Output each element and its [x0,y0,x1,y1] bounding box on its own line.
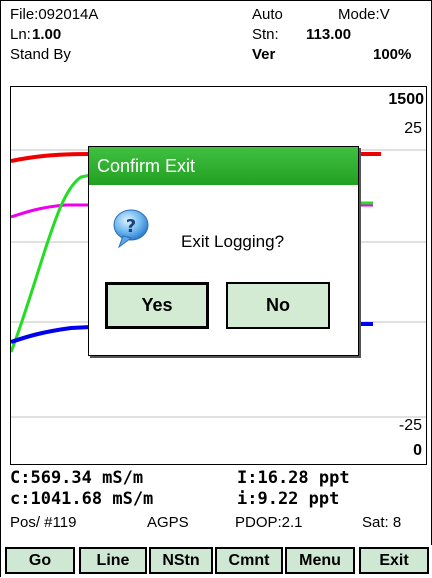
conductivity-lower-readout: c:1041.68 mS/m [10,489,154,509]
battery-percent: 100% [373,46,412,63]
line-value: 1.00 [32,26,62,43]
scale-max-label: 1500 [388,91,424,108]
axis-tick-bottom: 0 [413,442,422,459]
line-button[interactable]: Line [79,547,147,574]
pdop-readout: PDOP:2.1 [235,514,303,531]
station-label: Stn: [252,26,279,43]
menu-button[interactable]: Menu [285,547,355,574]
dialog-message: Exit Logging? [181,232,285,251]
comment-button[interactable]: Cmnt [215,547,283,574]
yes-button[interactable]: Yes [105,282,209,329]
station-value: 113.00 [306,26,352,43]
file-label: File:092014A [10,6,99,23]
exit-button[interactable]: Exit [359,547,429,574]
status-text: Stand By [10,46,71,63]
satellite-count: Sat: 8 [362,514,402,531]
next-station-button[interactable]: NStn [149,547,213,574]
softkey-bar: Go Line NStn Cmnt Menu Exit [1,545,432,578]
dialog-title: Confirm Exit [89,147,358,185]
mode-label: Mode:V [338,6,390,23]
axis-tick-lower: -25 [398,417,422,434]
gps-mode-label: AGPS [147,514,189,531]
question-icon: ? [109,207,153,251]
no-button[interactable]: No [226,282,330,329]
axis-tick-upper: 25 [404,120,422,137]
inphase-lower-readout: i:9.22 ppt [237,489,340,509]
confirm-exit-dialog: Confirm Exit ? Exit Logging? Yes No [88,146,359,356]
app-window: File:092014A Auto Mode:V Ln: 1.00 Stn: 1… [0,0,432,578]
auto-label: Auto [252,6,283,23]
conductivity-readout: C:569.34 mS/m [10,468,144,488]
position-readout: Pos/ #119 [10,514,77,531]
svg-text:?: ? [126,216,136,237]
line-label: Ln: [10,26,31,43]
go-button[interactable]: Go [5,547,75,574]
inphase-readout: I:16.28 ppt [237,468,350,488]
ver-label: Ver [252,46,276,63]
